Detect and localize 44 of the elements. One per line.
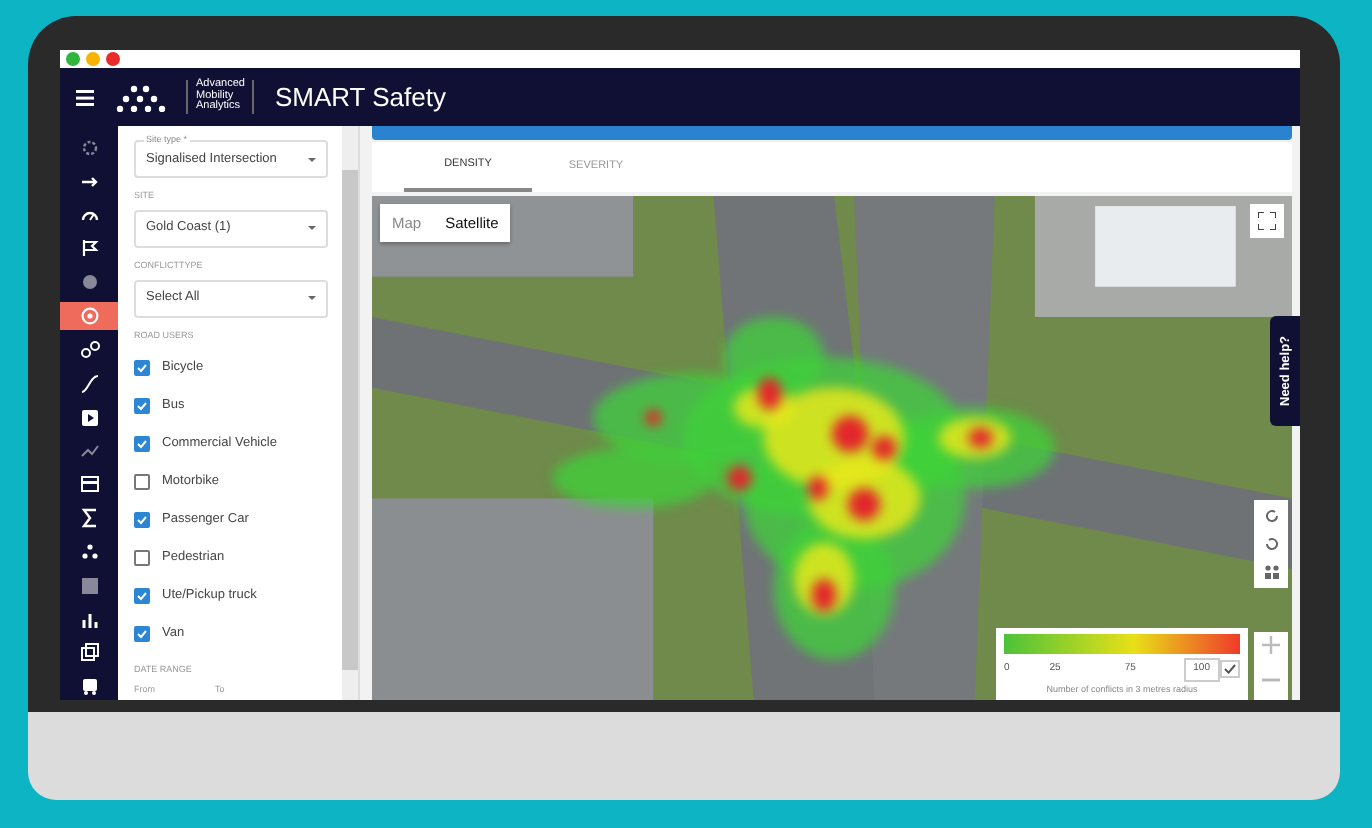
checkbox[interactable] — [134, 359, 150, 376]
dots-icon[interactable] — [79, 541, 99, 562]
vehicle-icon[interactable] — [79, 676, 99, 697]
menu-icon[interactable] — [76, 89, 94, 105]
apply-button[interactable] — [1220, 660, 1240, 679]
trend-icon[interactable] — [79, 440, 99, 461]
high-density-spot — [968, 427, 993, 448]
high-density-spot — [807, 476, 828, 501]
high-density-spot — [832, 415, 869, 453]
layers-icon[interactable] — [79, 642, 99, 663]
caret-icon — [308, 296, 316, 300]
check-icon — [1224, 664, 1236, 675]
fullscreen-icon — [1258, 212, 1276, 230]
bar-chart-icon[interactable] — [79, 609, 99, 629]
checkbox[interactable] — [134, 625, 150, 642]
fullscreen-button[interactable] — [1250, 204, 1284, 238]
caret-icon — [308, 157, 316, 161]
building-roof — [1095, 206, 1236, 287]
arrow-icon[interactable] — [79, 171, 99, 192]
high-density-spot — [645, 409, 662, 426]
people-icon[interactable] — [1263, 564, 1279, 580]
curve-icon[interactable] — [79, 373, 99, 394]
caret-icon — [308, 226, 316, 231]
checkbox[interactable] — [134, 435, 150, 452]
dots-logo-icon — [114, 82, 166, 112]
checkbox[interactable] — [134, 473, 150, 490]
panel-icon[interactable] — [79, 474, 99, 495]
rotate-left-icon[interactable] — [1263, 508, 1279, 524]
checkbox[interactable] — [134, 397, 150, 414]
scrollbar[interactable] — [342, 170, 358, 670]
checkbox[interactable] — [134, 511, 150, 528]
rotate-right-icon[interactable] — [1263, 536, 1279, 552]
high-density-spot — [757, 377, 782, 410]
high-density-spot — [872, 435, 897, 461]
target-icon[interactable] — [79, 306, 99, 327]
checkbox[interactable] — [134, 549, 150, 566]
high-density-spot — [848, 488, 881, 521]
high-density-spot — [811, 579, 836, 612]
high-density-spot — [727, 466, 752, 491]
app-title: SMART Safety — [274, 79, 446, 116]
sigma-icon[interactable] — [79, 508, 99, 529]
play-icon[interactable] — [79, 407, 99, 428]
flag-icon[interactable] — [79, 238, 99, 259]
checkbox[interactable] — [134, 587, 150, 604]
